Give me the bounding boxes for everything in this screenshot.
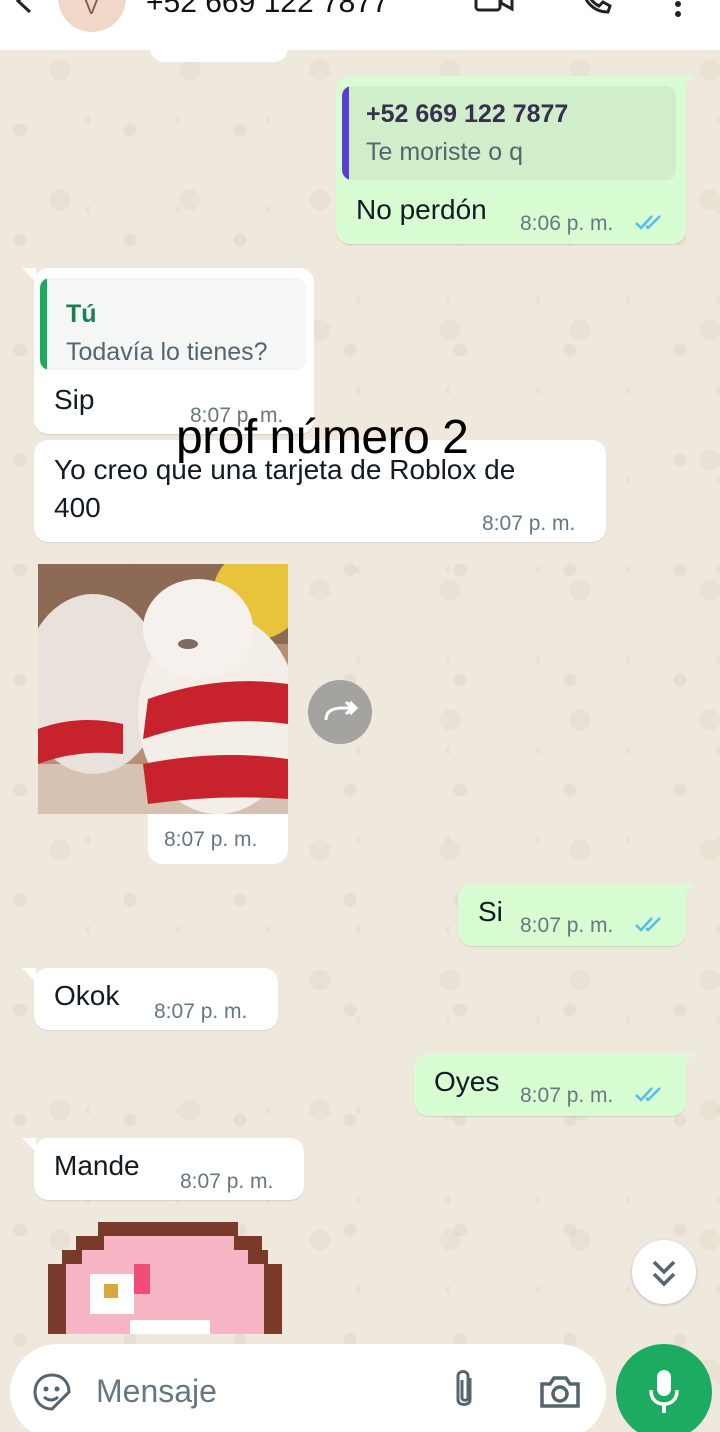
bubble-tail [680,884,694,898]
microphone-icon [649,1370,679,1413]
message-text: Okok [54,980,120,1011]
media-time-pill: 8:07 p. m. [148,814,288,864]
quote-text: Te moriste o q [366,138,524,166]
message-outgoing[interactable]: Si 8:07 p. m. [458,884,686,946]
gif-image[interactable] [38,564,288,814]
message-outgoing[interactable]: +52 669 122 7877 Te moriste o q No perdó… [336,76,686,244]
paperclip-icon[interactable] [446,1368,482,1414]
double-chevron-down-icon [652,1260,676,1287]
quote-author: Tú [66,300,97,328]
bubble-tail [22,968,36,982]
arrow-left-icon[interactable] [8,0,38,16]
scroll-to-bottom-button[interactable] [632,1240,696,1304]
double-check-icon [635,917,661,932]
message-text: Sip [54,384,95,415]
message-incoming[interactable]: Mande 8:07 p. m. [34,1138,304,1200]
bubble-tail [680,76,694,90]
message-time: 8:07 p. m. [180,1170,274,1193]
more-vertical-icon[interactable] [668,0,688,18]
quote-text: Todavía lo tienes? [66,338,268,366]
microphone-button[interactable] [616,1344,712,1432]
message-time: 8:07 p. m. [164,828,258,851]
camera-icon[interactable] [538,1374,582,1410]
bubble-tail [680,1054,694,1068]
message-time: 8:07 p. m. [482,512,576,535]
message-outgoing[interactable]: Oyes 8:07 p. m. [414,1054,686,1116]
message-input[interactable] [96,1364,416,1418]
contact-name[interactable]: +52 669 122 7877 [146,0,389,20]
message-time: 8:07 p. m. [520,914,614,937]
double-check-icon [635,1087,661,1102]
quote-author: +52 669 122 7877 [366,100,569,128]
overlay-caption: prof número 2 [176,411,469,464]
avatar-initial: V [84,0,99,19]
double-check-icon [635,215,661,230]
bubble-tail [22,268,36,282]
forward-icon[interactable] [308,680,372,744]
message-text: Mande [54,1150,140,1181]
message-text: No perdón [356,194,487,225]
bubble-tail [22,1138,36,1152]
reply-quote[interactable]: Tú Todavía lo tienes? [40,278,306,370]
message-time: 8:06 p. m. [520,212,614,235]
message-time: 8:07 p. m. [154,1000,248,1023]
message-composer [10,1344,606,1432]
message-text: Oyes [434,1066,500,1097]
message-incoming[interactable]: Okok 8:07 p. m. [34,968,278,1030]
reply-quote[interactable]: +52 669 122 7877 Te moriste o q [342,86,676,180]
video-call-icon[interactable] [474,0,514,14]
chat-header: V +52 669 122 7877 [0,0,720,50]
pixel-sticker[interactable] [38,1222,288,1334]
message-text-line-2: 400 [54,492,101,523]
sticker-icon[interactable] [32,1372,72,1412]
message-time: 8:07 p. m. [520,1084,614,1107]
message-text: Si [478,896,503,927]
phone-icon[interactable] [578,0,614,16]
avatar[interactable]: V [58,0,126,32]
